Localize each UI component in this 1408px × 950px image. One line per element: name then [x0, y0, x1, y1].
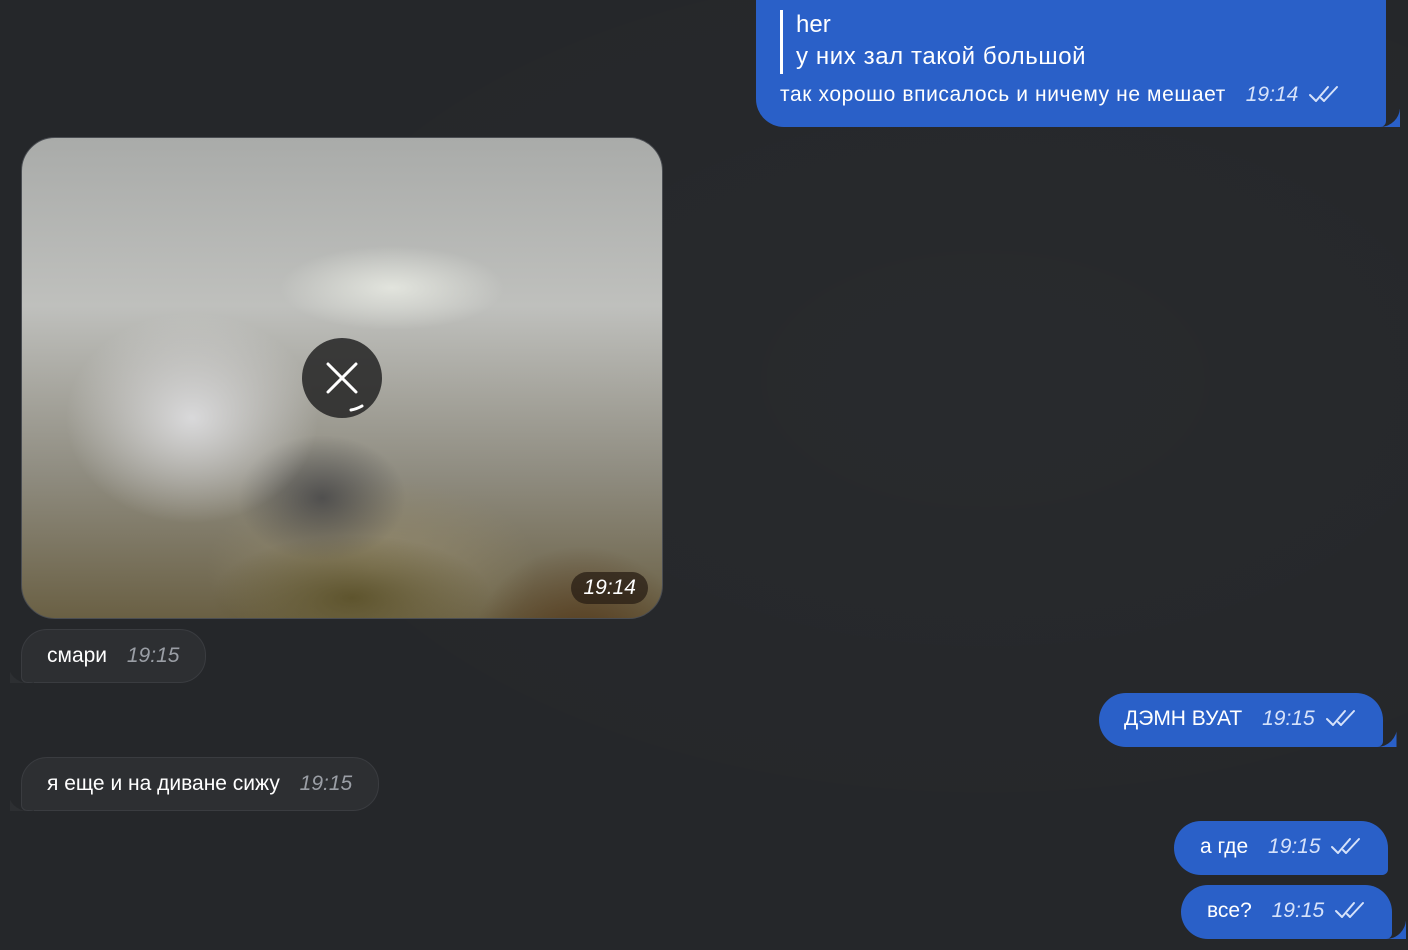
message-time: 19:14	[1245, 83, 1299, 106]
bubble-tail	[10, 793, 34, 811]
double-check-icon	[1330, 836, 1362, 863]
message-time: 19:15	[1271, 899, 1325, 922]
message-text: так хорошо вписалось и ничему не мешает	[780, 83, 1226, 106]
bubble-tail	[10, 665, 34, 683]
message-incoming-smari[interactable]: смари 19:15	[21, 629, 207, 683]
message-time: 19:15	[1268, 835, 1321, 858]
message-text: смари	[47, 644, 108, 667]
double-check-icon	[1325, 708, 1357, 735]
message-time: 19:15	[1262, 707, 1315, 730]
bubble-tail	[1371, 729, 1397, 747]
double-check-icon	[1334, 900, 1366, 927]
message-text: ДЭМН ВУАТ	[1124, 707, 1243, 730]
message-text: все?	[1207, 899, 1252, 922]
message-outgoing-agde[interactable]: а где 19:15	[1174, 821, 1389, 875]
message-text: я еще и на диване сижу	[47, 772, 280, 795]
close-icon	[326, 362, 364, 412]
chat-area: her у них зал такой большой так хорошо в…	[0, 0, 1408, 950]
message-time: 19:15	[299, 772, 353, 795]
reply-quote[interactable]: her у них зал такой большой	[780, 10, 1362, 74]
media-time: 19:14	[571, 572, 648, 604]
media-message-photo[interactable]: 19:14	[21, 137, 663, 619]
message-outgoing-vse[interactable]: все? 19:15	[1181, 885, 1393, 939]
bubble-tail	[1374, 109, 1400, 127]
cancel-download-button[interactable]	[302, 338, 382, 418]
message-outgoing-damn[interactable]: ДЭМН ВУАТ 19:15	[1099, 693, 1383, 747]
double-check-icon	[1308, 84, 1340, 111]
message-text: а где	[1200, 835, 1249, 858]
message-incoming-divan[interactable]: я еще и на диване сижу 19:15	[21, 757, 380, 811]
message-time: 19:15	[126, 644, 180, 667]
reply-quote-text: у них зал такой большой	[796, 43, 1087, 70]
reply-quote-author: her	[796, 11, 831, 38]
message-outgoing-reply[interactable]: her у них зал такой большой так хорошо в…	[756, 0, 1386, 127]
bubble-tail	[1380, 921, 1406, 939]
